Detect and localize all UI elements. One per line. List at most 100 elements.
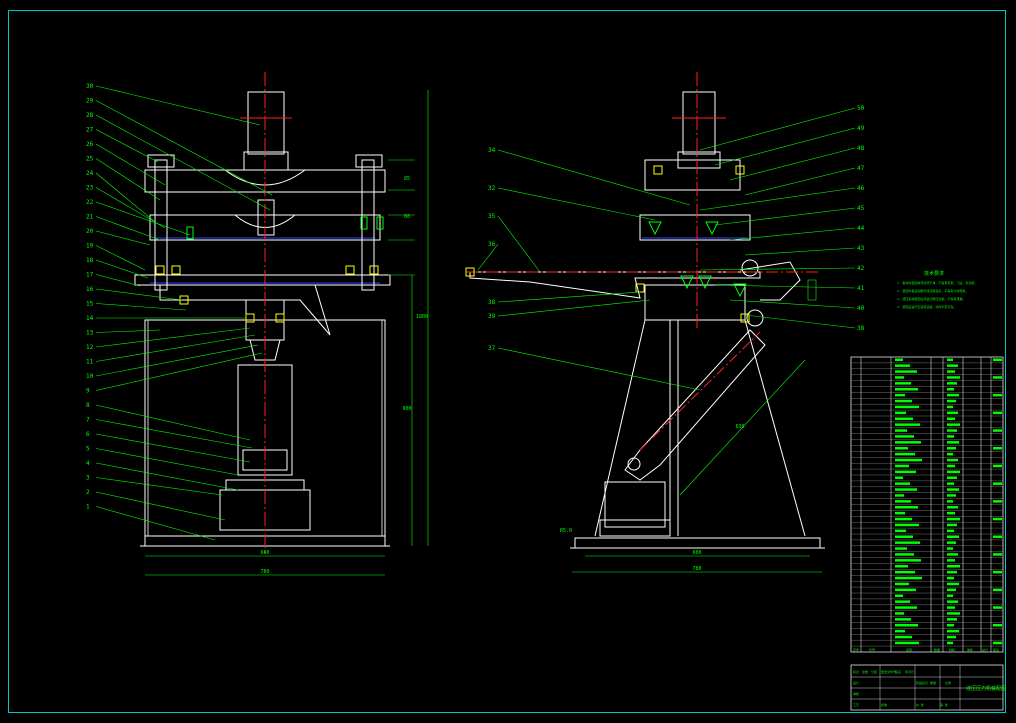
side-callout-number-r-46: 46 — [857, 185, 865, 192]
bom-header-3: 数量 — [934, 647, 940, 652]
bom-note-cell-45 — [993, 624, 1002, 627]
tb-label-8: 工艺 — [853, 702, 859, 707]
bom-note-cell-33 — [993, 553, 1002, 556]
side-callout-number-35: 35 — [488, 213, 496, 220]
callout-number-12: 12 — [86, 344, 94, 351]
tb-label-9: 批准 — [881, 702, 887, 707]
bom-material-cell-31 — [947, 541, 956, 544]
bom-material-cell-47 — [947, 635, 956, 639]
tb-label-3: 更改文件号 — [881, 669, 896, 674]
bom-name-cell-38 — [895, 582, 909, 586]
bom-material-cell-19 — [947, 470, 960, 474]
bom-material-cell-48 — [947, 641, 953, 645]
bom-name-cell-36 — [895, 570, 915, 574]
tb-label-14: 第 张 — [940, 702, 948, 707]
bom-material-cell-21 — [947, 482, 954, 485]
side-dim-base-width: 600 — [692, 550, 701, 556]
bom-note-cell-6 — [993, 393, 1002, 397]
callout-number-5: 5 — [86, 446, 90, 453]
bom-material-cell-8 — [947, 405, 953, 409]
side-callout-number-r-41: 41 — [857, 285, 865, 292]
tb-label-11: 重量 — [930, 680, 936, 685]
bom-material-cell-45 — [947, 624, 954, 627]
bom-material-cell-40 — [947, 594, 953, 597]
bom-material-cell-0 — [947, 358, 953, 361]
callout-number-14: 14 — [86, 315, 94, 322]
bom-name-cell-45 — [895, 624, 918, 627]
bom-name-cell-20 — [895, 476, 903, 479]
tb-label-7: 审核 — [853, 691, 859, 696]
bom-material-cell-42 — [947, 606, 955, 609]
bom-name-cell-32 — [895, 547, 907, 550]
bom-material-cell-5 — [947, 388, 954, 391]
bom-name-cell-46 — [895, 629, 905, 633]
bom-material-cell-13 — [947, 435, 954, 438]
side-callout-number-36: 36 — [488, 241, 496, 248]
bom-material-cell-14 — [947, 441, 959, 444]
bom-material-cell-18 — [947, 464, 955, 468]
technical-note-2: 2. 装配时各运动部件须润滑良好，不得有卡滞现象。 — [897, 289, 969, 293]
bom-name-cell-10 — [895, 417, 913, 420]
bom-material-cell-16 — [947, 452, 953, 456]
callout-number-1: 1 — [86, 504, 90, 511]
bom-material-cell-35 — [947, 565, 960, 568]
side-callout-number-r-42: 42 — [857, 265, 865, 272]
tb-label-12: 比例 — [945, 680, 951, 685]
bom-name-cell-3 — [895, 376, 904, 379]
callout-number-10: 10 — [86, 373, 94, 380]
callout-number-24: 24 — [86, 170, 94, 177]
bom-material-cell-17 — [947, 458, 958, 462]
bom-name-cell-6 — [895, 393, 905, 397]
bom-name-cell-41 — [895, 600, 910, 603]
bom-material-cell-37 — [947, 576, 954, 580]
callout-number-27: 27 — [86, 127, 94, 134]
callout-number-28: 28 — [86, 112, 94, 119]
bom-name-cell-22 — [895, 488, 917, 491]
tb-label-0: 标记 — [853, 669, 859, 674]
side-callout-number-39: 39 — [488, 313, 496, 320]
side-callout-number-r-45: 45 — [857, 205, 865, 212]
callout-number-8: 8 — [86, 402, 90, 409]
bom-name-cell-33 — [895, 553, 914, 556]
bom-material-cell-27 — [947, 517, 960, 521]
tb-label-10: 阶段标记 — [916, 680, 928, 685]
bom-name-cell-30 — [895, 535, 913, 538]
bom-material-cell-30 — [947, 535, 959, 538]
technical-requirements-title: 技术要求 — [924, 271, 945, 277]
bom-material-cell-43 — [947, 612, 960, 615]
technical-note-3: 3. 液压系统装配后须进行耐压试验，不得有泄漏。 — [897, 297, 966, 301]
dim-upper-a: 85 — [404, 176, 410, 182]
bom-material-cell-22 — [947, 488, 959, 491]
side-callout-number-r-49: 49 — [857, 125, 865, 132]
bom-note-cell-18 — [993, 464, 1002, 468]
bom-note-cell-30 — [993, 535, 1002, 538]
bom-note-cell-9 — [993, 411, 1002, 415]
callout-number-20: 20 — [86, 228, 94, 235]
tb-label-13: 共 张 — [916, 702, 924, 707]
bom-material-cell-7 — [947, 399, 956, 403]
bom-material-cell-41 — [947, 600, 958, 603]
side-dim-arm-length: 630 — [735, 424, 744, 430]
bom-name-cell-13 — [895, 435, 914, 438]
bom-name-cell-27 — [895, 517, 912, 521]
side-callout-number-r-40: 40 — [857, 305, 865, 312]
callout-number-25: 25 — [86, 156, 94, 163]
bom-header-0: 序号 — [853, 647, 859, 652]
bom-name-cell-39 — [895, 588, 916, 592]
bom-material-cell-2 — [947, 370, 955, 373]
bom-name-cell-11 — [895, 423, 920, 426]
dim-height-total: 1800 — [416, 314, 428, 320]
dim-height-lower: 900 — [402, 406, 411, 412]
callout-number-19: 19 — [86, 243, 94, 250]
callout-number-26: 26 — [86, 141, 94, 148]
technical-note-1: 1. 各零件装配前须清洗干净，不得有毛刺、飞边、氧化皮。 — [897, 281, 978, 285]
bom-material-cell-4 — [947, 382, 957, 385]
bom-name-cell-17 — [895, 458, 922, 462]
bom-name-cell-40 — [895, 594, 903, 597]
bom-note-cell-27 — [993, 517, 1002, 521]
bom-note-cell-15 — [993, 447, 1002, 450]
bom-name-cell-47 — [895, 635, 912, 639]
callout-number-16: 16 — [86, 286, 94, 293]
bom-name-cell-2 — [895, 370, 917, 373]
bom-name-cell-16 — [895, 452, 915, 456]
